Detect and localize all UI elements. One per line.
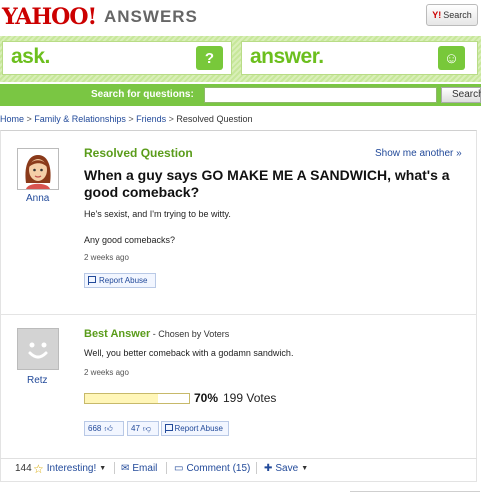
asker-avatar[interactable] [17,148,59,190]
chevron-down-icon: ▼ [99,465,107,472]
question-body-line-2: Any good comebacks? [84,235,176,245]
yahoo-logo[interactable]: YAHOO! [2,4,97,30]
answerer-avatar[interactable] [17,328,59,370]
vote-progress-fill [85,394,158,403]
thumbs-up-count: 668 [88,424,102,433]
thumbs-down-count: 47 [131,424,140,433]
footer-divider [166,462,167,474]
report-abuse-answer-button[interactable]: Report Abuse [161,421,229,436]
footer-divider [114,462,115,474]
breadcrumb-friends[interactable]: Friends [136,114,166,124]
best-answer-label: Best Answer [84,328,151,340]
chevron-down-icon: ▼ [301,465,309,472]
comment-bubble-icon: ▭ [174,463,184,474]
question-body-line-1: He's sexist, and I'm trying to be witty. [84,209,231,219]
question-actions-bar: 144 ☆ Interesting! ▼ ✉ Email ▭ Comment (… [0,458,477,478]
comment-label: Comment (15) [186,463,251,474]
section-divider [0,314,477,315]
plus-icon: ✚ [264,463,273,474]
best-answer-heading: Best Answer - Chosen by Voters [84,328,229,340]
search-bar: Search for questions: Search [0,84,481,106]
email-button[interactable]: ✉ Email [121,463,157,474]
thumbs-up-button[interactable]: 668 👍︎ [84,421,124,436]
report-abuse-question-button[interactable]: Report Abuse [84,273,156,288]
question-title: When a guy says GO MAKE ME A SANDWICH, w… [84,167,450,200]
answerer-name[interactable]: Retz [27,375,48,386]
save-label: Save [275,463,299,474]
vote-count: 199 Votes [223,391,277,405]
interesting-count: 144 [15,463,32,474]
star-icon: ☆ [33,461,44,476]
report-abuse-label: Report Abuse [99,276,148,285]
envelope-icon: ✉ [121,463,130,474]
asker-name[interactable]: Anna [26,193,49,204]
save-button[interactable]: ✚ Save ▼ [264,463,308,474]
search-label: Search for questions: [91,89,194,100]
email-label: Email [132,463,158,474]
thumbs-down-icon: 👎︎ [142,423,152,433]
breadcrumb-current: Resolved Question [176,114,253,124]
answer-timestamp: 2 weeks ago [84,368,129,377]
answers-logo[interactable]: ANSWERS [104,7,198,27]
footer-divider [256,462,257,474]
flag-icon [165,424,173,433]
thumbs-up-icon: 👍︎ [104,423,113,433]
interesting-button[interactable]: ☆ Interesting! ▼ [33,461,107,476]
vote-progress-bar [84,393,190,404]
header: YAHOO! ANSWERS Y! Search [0,0,481,34]
report-abuse-label: Report Abuse [174,424,223,433]
ask-panel[interactable]: ask. ? [2,41,232,75]
question-face-icon: ? [196,46,223,70]
bottom-rule [350,491,480,492]
smiley-face-icon: ☺ [438,46,465,70]
thumbs-down-button[interactable]: 47 👎︎ [127,421,159,436]
top-search-label: Search [443,10,472,20]
breadcrumb-separator: > [128,114,137,124]
chosen-by-label: - Chosen by Voters [150,329,230,339]
search-input[interactable] [204,87,437,103]
vote-percent: 70% [194,391,219,405]
search-button[interactable]: Search [441,87,481,103]
resolved-question-heading: Resolved Question [84,146,193,160]
answer-panel[interactable]: answer. ☺ [241,41,478,75]
question-timestamp: 2 weeks ago [84,253,129,262]
show-another-link[interactable]: Show me another » [375,148,462,159]
ask-label: ask. [11,45,50,68]
comment-button[interactable]: ▭ Comment (15) [174,463,250,474]
answer-label: answer. [250,45,324,68]
answer-body: Well, you better comeback with a godamn … [84,348,294,358]
interesting-label: Interesting! [46,463,97,474]
top-search-button[interactable]: Y! Search [426,4,478,26]
yahoo-y-icon: Y! [432,10,442,20]
breadcrumb-home[interactable]: Home [0,114,24,124]
breadcrumb-family[interactable]: Family & Relationships [34,114,126,124]
flag-icon [88,276,96,285]
breadcrumb: Home > Family & Relationships > Friends … [0,114,252,124]
